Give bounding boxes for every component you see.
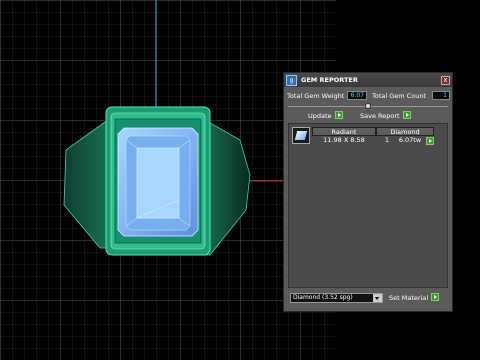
- totals-row: Total Gem Weight 6.07 Total Gem Count 1: [287, 91, 450, 101]
- gem-material-cell: Diamond: [376, 127, 434, 136]
- gem-reporter-logo-icon: g: [286, 75, 297, 86]
- play-arrow-icon[interactable]: [426, 137, 434, 145]
- total-weight-label: Total Gem Weight: [287, 92, 345, 100]
- gem-cut-cell: Radiant: [312, 127, 376, 136]
- total-count-label: Total Gem Count: [372, 92, 426, 100]
- panel-titlebar[interactable]: g GEM REPORTER x: [284, 73, 452, 87]
- set-material-label: Set Material: [389, 294, 429, 302]
- gem-list[interactable]: Radiant Diamond 11.98 X 8.58 1 6.07tw: [288, 123, 448, 288]
- close-icon[interactable]: x: [441, 76, 450, 85]
- play-arrow-icon: [402, 111, 411, 119]
- play-arrow-icon: [431, 293, 440, 301]
- total-weight-value: 6.07: [347, 91, 367, 100]
- material-select[interactable]: Diamond (3.52 spg): [290, 293, 383, 303]
- save-report-button[interactable]: Save Report: [360, 111, 411, 121]
- radiant-gem-icon: [292, 127, 310, 144]
- gem-reporter-panel: g GEM REPORTER x Total Gem Weight 6.07 T…: [283, 72, 453, 312]
- gem-weight-cell: 6.07tw: [398, 136, 422, 144]
- update-button[interactable]: Update: [308, 111, 343, 121]
- total-count-value: 1: [432, 91, 450, 100]
- update-label: Update: [308, 112, 332, 120]
- chevron-down-icon[interactable]: [373, 294, 382, 302]
- material-select-value: Diamond (3.52 spg): [293, 294, 353, 301]
- play-arrow-icon: [334, 111, 343, 119]
- set-material-button[interactable]: Set Material: [389, 293, 440, 303]
- gem-dimensions-cell: 11.98 X 8.58: [323, 136, 365, 144]
- panel-title: GEM REPORTER: [301, 76, 358, 84]
- gem-count-cell: 1: [384, 136, 390, 144]
- save-report-label: Save Report: [360, 112, 400, 120]
- weight-slider-knob[interactable]: [365, 103, 371, 109]
